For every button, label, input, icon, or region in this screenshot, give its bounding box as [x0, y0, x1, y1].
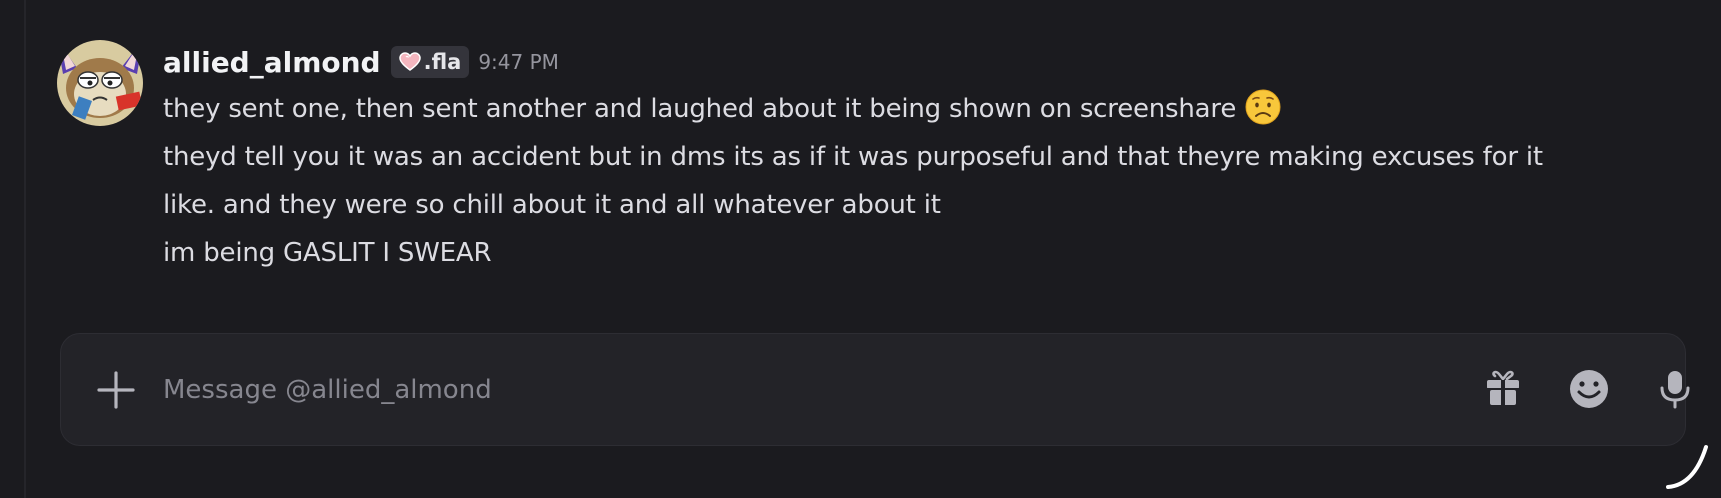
message-composer	[60, 333, 1690, 446]
avatar[interactable]	[55, 38, 145, 128]
message-line: im being GASLIT I SWEAR	[163, 238, 492, 268]
username[interactable]: allied_almond	[163, 46, 381, 79]
gift-icon[interactable]	[1481, 367, 1525, 411]
emoji-icon[interactable]	[1567, 367, 1611, 411]
chat-message: allied_almond .fla 9:47 PM they sent one…	[0, 30, 1721, 280]
plus-icon[interactable]	[95, 369, 137, 411]
message-line: like. and they were so chill about it an…	[163, 190, 941, 220]
heart-icon	[398, 52, 421, 71]
server-tag-label: .fla	[423, 50, 462, 74]
scroll-fragment	[880, 0, 960, 4]
message-content: they sent one, then sent another and lau…	[163, 85, 1683, 277]
message-line-text: they sent one, then sent another and lau…	[163, 94, 1237, 124]
message-header: allied_almond .fla 9:47 PM	[163, 44, 559, 80]
server-tag-badge[interactable]: .fla	[390, 46, 470, 78]
loading-spinner-icon	[1666, 445, 1708, 489]
message-line: theyd tell you it was an accident but in…	[163, 142, 1543, 172]
timestamp[interactable]: 9:47 PM	[478, 50, 559, 74]
microphone-icon[interactable]	[1653, 367, 1697, 411]
message-input[interactable]	[163, 364, 1423, 416]
worried-face-emoji-icon	[1245, 89, 1281, 124]
message-line: they sent one, then sent another and lau…	[163, 85, 1683, 133]
